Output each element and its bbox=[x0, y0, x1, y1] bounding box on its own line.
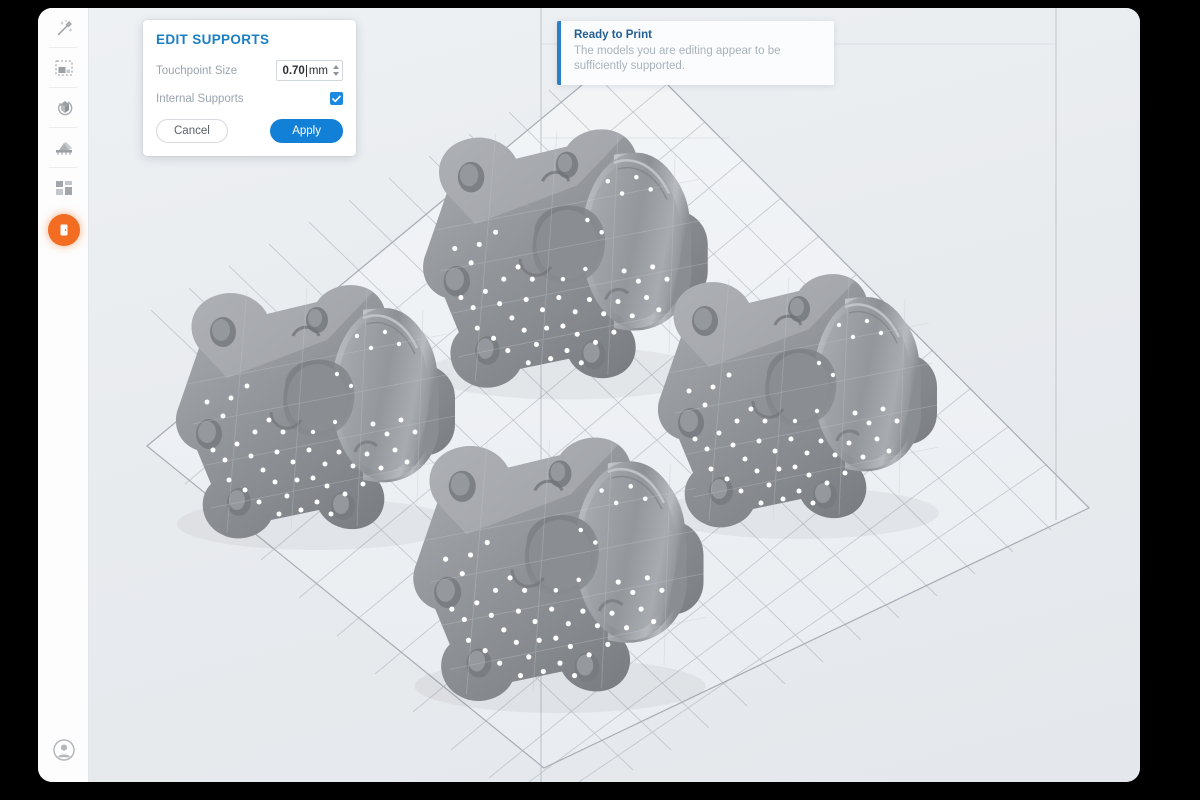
app-window: Ready to Print The models you are editin… bbox=[38, 8, 1140, 782]
internal-supports-checkbox[interactable] bbox=[330, 92, 343, 105]
3d-viewport[interactable]: Ready to Print The models you are editin… bbox=[89, 8, 1140, 782]
orientation-rotate-icon bbox=[53, 97, 75, 119]
model-bottom bbox=[413, 438, 705, 713]
sidebar-item-layout[interactable] bbox=[38, 168, 89, 207]
model-left bbox=[176, 285, 457, 550]
apply-button[interactable]: Apply bbox=[270, 119, 343, 143]
supports-icon[interactable] bbox=[48, 214, 80, 246]
checkmark-icon bbox=[332, 95, 341, 103]
account-avatar-icon bbox=[52, 738, 76, 762]
panel-actions: Cancel Apply bbox=[156, 119, 343, 143]
sidebar-item-orient[interactable] bbox=[38, 88, 89, 127]
panel-title: EDIT SUPPORTS bbox=[156, 32, 343, 47]
marquee-select-icon bbox=[53, 57, 75, 79]
ready-to-print-toast: Ready to Print The models you are editin… bbox=[557, 21, 834, 85]
toast-title: Ready to Print bbox=[574, 29, 822, 41]
magic-wand-icon bbox=[53, 17, 75, 39]
caret-up-icon[interactable] bbox=[333, 65, 339, 69]
internal-supports-label: Internal Supports bbox=[156, 93, 244, 105]
touchpoint-size-unit: mm bbox=[309, 65, 328, 77]
touchpoint-size-field[interactable]: 0.70 mm bbox=[276, 60, 343, 81]
touchpoint-size-label: Touchpoint Size bbox=[156, 65, 237, 77]
cancel-button[interactable]: Cancel bbox=[156, 119, 228, 143]
sidebar-item-select-area[interactable] bbox=[38, 48, 89, 87]
touchpoint-size-input[interactable]: 0.70 bbox=[282, 65, 304, 77]
touchpoint-size-stepper[interactable] bbox=[333, 65, 339, 76]
raft-base-icon bbox=[53, 137, 75, 159]
layout-grid-icon bbox=[53, 177, 75, 199]
sidebar-item-supports[interactable] bbox=[38, 207, 89, 253]
account-button[interactable] bbox=[38, 732, 89, 768]
edit-supports-panel: EDIT SUPPORTS Touchpoint Size 0.70 mm In… bbox=[143, 20, 356, 156]
sidebar-item-raft[interactable] bbox=[38, 128, 89, 167]
left-toolbar bbox=[38, 8, 89, 782]
text-cursor bbox=[306, 65, 307, 77]
sidebar-item-magic-wand[interactable] bbox=[38, 8, 89, 47]
model-right bbox=[658, 274, 939, 539]
internal-supports-row: Internal Supports bbox=[156, 92, 343, 105]
caret-down-icon[interactable] bbox=[333, 72, 339, 76]
model-top bbox=[423, 129, 710, 399]
toast-message: The models you are editing appear to be … bbox=[574, 44, 822, 74]
touchpoint-size-row: Touchpoint Size 0.70 mm bbox=[156, 60, 343, 81]
